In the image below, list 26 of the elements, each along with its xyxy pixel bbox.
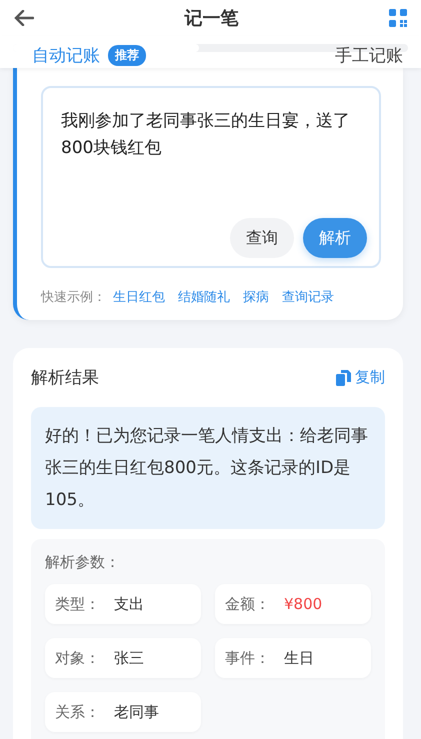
back-icon[interactable]	[14, 10, 34, 26]
example-link[interactable]: 生日红包	[113, 288, 165, 306]
param-value: 生日	[284, 648, 314, 668]
result-title: 解析结果	[31, 367, 99, 389]
param-label: 类型：	[55, 594, 100, 614]
copy-button[interactable]: 复制	[336, 368, 385, 387]
param-value: 支出	[114, 594, 144, 614]
examples-label: 快速示例：	[41, 289, 106, 306]
result-message: 好的！已为您记录一笔人情支出：给老同事张三的生日红包800元。这条记录的ID是105。	[31, 407, 385, 529]
copy-icon	[336, 370, 351, 386]
param-label: 金额：	[225, 594, 270, 614]
example-link[interactable]: 查询记录	[282, 288, 334, 306]
page-title: 记一笔	[184, 7, 238, 30]
param-value: ¥800	[284, 595, 322, 613]
qr-code-icon[interactable]	[389, 9, 407, 27]
recommend-badge: 推荐	[108, 45, 146, 66]
param-label: 对象：	[55, 648, 100, 668]
param-label: 关系：	[55, 702, 100, 722]
tab[interactable]: 手工记账	[335, 44, 403, 67]
param-value: 老同事	[114, 702, 159, 722]
example-link[interactable]: 结婚随礼	[178, 288, 230, 306]
params-title: 解析参数：	[45, 553, 121, 572]
param-label: 事件：	[225, 648, 270, 668]
example-link[interactable]: 探病	[243, 288, 269, 306]
param-value: 张三	[114, 648, 144, 668]
tab[interactable]: 自动记账 推荐	[32, 44, 146, 67]
